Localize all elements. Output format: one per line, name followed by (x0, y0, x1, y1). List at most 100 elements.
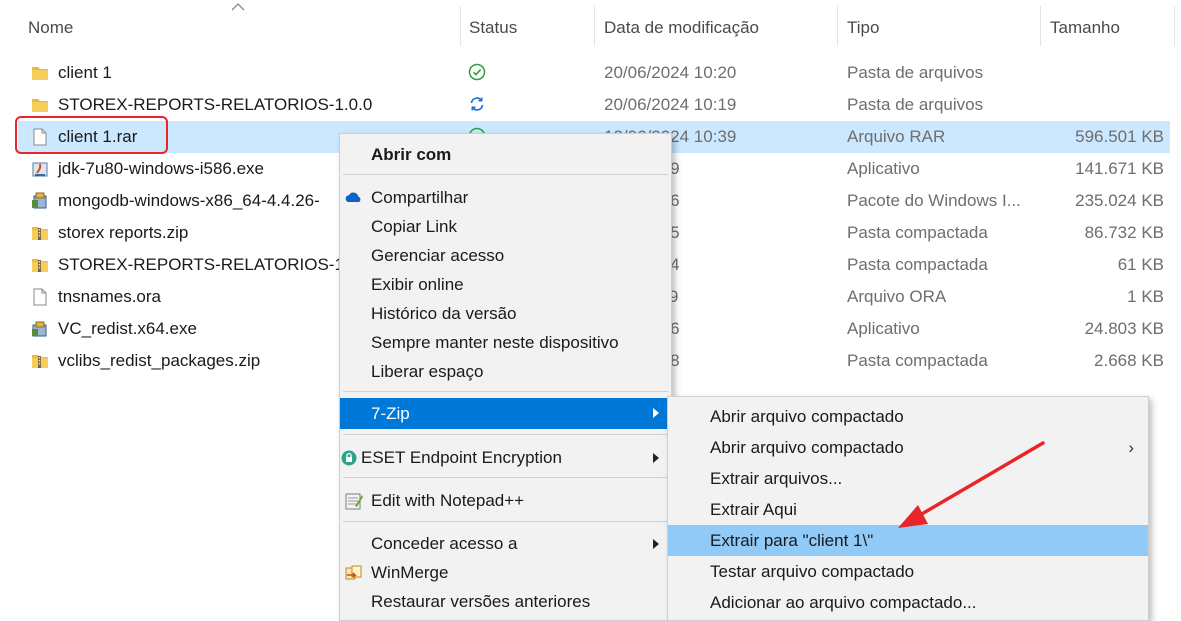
7zip-submenu: Abrir arquivo compactado Abrir arquivo c… (667, 396, 1149, 621)
menu-item-restore-versions[interactable]: Restaurar versões anteriores (340, 587, 671, 616)
menu-item-notepadpp[interactable]: Edit with Notepad++ (340, 486, 671, 515)
chevron-right-icon: › (1128, 438, 1134, 457)
column-divider[interactable] (1040, 6, 1041, 46)
menu-item-grant-access[interactable]: Conceder acesso a (340, 529, 671, 558)
sync-in-progress-icon (470, 97, 484, 111)
sort-ascending-icon (231, 3, 245, 11)
menu-item-open-with[interactable]: Abrir com (340, 140, 671, 169)
java-installer-icon (32, 162, 48, 177)
winmerge-icon (345, 565, 362, 580)
menu-item-eset[interactable]: ESET Endpoint Encryption (340, 443, 671, 472)
file-row[interactable]: STOREX-REPORTS-RELATORIOS-1.0.0 20/06/202… (18, 89, 1170, 121)
menu-item-winmerge[interactable]: WinMerge (340, 558, 671, 587)
folder-icon (32, 99, 48, 112)
menu-item-label: Sempre manter neste dispositivo (371, 333, 619, 352)
menu-item-label: ESET Endpoint Encryption (361, 448, 562, 467)
file-row[interactable]: client 1 20/06/2024 10:20 Pasta de arquivo… (18, 57, 1170, 89)
file-type: Pasta compactada (847, 255, 988, 274)
file-size: 2.668 KB (1094, 351, 1164, 370)
menu-item-label: Abrir com (371, 145, 452, 164)
menu-item-label: Edit with Notepad++ (371, 491, 525, 510)
column-header: Nome Status Data de modificação Tipo Tam… (0, 0, 1181, 46)
submenu-item-label: Extrair para "client 1\" (710, 531, 874, 550)
menu-item-share[interactable]: Compartilhar (340, 183, 671, 212)
file-type: Aplicativo (847, 159, 920, 178)
file-size: 1 KB (1127, 287, 1164, 306)
sync-ok-icon (468, 63, 486, 81)
file-type: Arquivo RAR (847, 127, 946, 146)
file-type: Pacote do Windows I... (847, 191, 1021, 210)
menu-item-label: WinMerge (371, 563, 449, 582)
submenu-item-label: Testar arquivo compactado (710, 562, 915, 581)
submenu-item-add-to-archive[interactable]: Adicionar ao arquivo compactado... (668, 587, 1148, 618)
menu-item-7zip[interactable]: 7-Zip (340, 398, 671, 429)
file-name: vclibs_redist_packages.zip (58, 351, 261, 370)
column-divider[interactable] (594, 6, 595, 46)
file-size: 141.671 KB (1075, 159, 1164, 178)
menu-item-always-keep[interactable]: Sempre manter neste dispositivo (340, 328, 671, 357)
submenu-item-extract-here[interactable]: Extrair Aqui (668, 494, 1148, 525)
submenu-item-open-archive[interactable]: Abrir arquivo compactado (668, 401, 1148, 432)
header-name[interactable]: Nome (28, 0, 73, 46)
menu-item-label: Liberar espaço (371, 362, 484, 381)
file-type: Pasta compactada (847, 223, 988, 242)
menu-item-label: Histórico da versão (371, 304, 517, 323)
menu-item-label: Copiar Link (371, 217, 457, 236)
file-type: Pasta de arquivos (847, 63, 984, 82)
file-icon (33, 288, 47, 306)
file-size: 61 KB (1117, 255, 1164, 274)
menu-item-free-space[interactable]: Liberar espaço (340, 357, 671, 386)
menu-item-label: Conceder acesso a (371, 534, 518, 553)
header-type[interactable]: Tipo (847, 0, 879, 46)
submenu-item-extract-to-folder[interactable]: Extrair para "client 1\" (668, 525, 1148, 556)
menu-divider (343, 391, 668, 392)
file-size: 596.501 KB (1075, 127, 1164, 146)
file-size: 24.803 KB (1084, 319, 1164, 338)
menu-item-label: Exibir online (371, 275, 464, 294)
file-name: VC_redist.x64.exe (58, 319, 197, 338)
submenu-arrow-icon (653, 453, 659, 463)
menu-item-label: Restaurar versões anteriores (371, 592, 591, 611)
menu-item-label: 7-Zip (371, 404, 410, 423)
menu-item-version-history[interactable]: Histórico da versão (340, 299, 671, 328)
submenu-item-test-archive[interactable]: Testar arquivo compactado (668, 556, 1148, 587)
header-date[interactable]: Data de modificação (604, 0, 759, 46)
submenu-item-extract-files[interactable]: Extrair arquivos... (668, 463, 1148, 494)
file-name: tnsnames.ora (58, 287, 161, 306)
menu-item-view-online[interactable]: Exibir online (340, 270, 671, 299)
submenu-arrow-icon (653, 408, 659, 418)
column-divider[interactable] (1174, 6, 1175, 46)
context-menu: Abrir com Compartilhar Copiar Link Geren… (339, 133, 672, 621)
submenu-item-label: Abrir arquivo compactado (710, 438, 904, 457)
zip-folder-icon (32, 355, 48, 368)
submenu-item-label: Abrir arquivo compactado (710, 407, 904, 426)
menu-item-manage-access[interactable]: Gerenciar acesso (340, 241, 671, 270)
file-name: STOREX-REPORTS-RELATORIOS-1.0. (58, 255, 363, 274)
header-status[interactable]: Status (469, 0, 517, 46)
column-divider[interactable] (837, 6, 838, 46)
file-date: 20/06/2024 10:20 (604, 63, 737, 82)
msi-package-icon (32, 192, 47, 209)
zip-folder-icon (32, 259, 48, 272)
eset-icon (341, 450, 357, 466)
submenu-item-label: Extrair arquivos... (710, 469, 843, 488)
menu-divider (343, 174, 668, 175)
menu-item-copy-link[interactable]: Copiar Link (340, 212, 671, 241)
submenu-item-label: Extrair Aqui (710, 500, 797, 519)
header-size[interactable]: Tamanho (1050, 0, 1120, 46)
file-name: storex reports.zip (58, 223, 189, 242)
submenu-arrow-icon (653, 539, 659, 549)
file-date: 20/06/2024 10:19 (604, 95, 737, 114)
file-type: Pasta compactada (847, 351, 988, 370)
onedrive-cloud-icon (345, 192, 361, 202)
file-type: Pasta de arquivos (847, 95, 984, 114)
submenu-item-label: Adicionar ao arquivo compactado... (710, 593, 977, 612)
menu-item-label: Gerenciar acesso (371, 246, 505, 265)
notepadpp-icon (345, 493, 363, 510)
file-name: mongodb-windows-x86_64-4.4.26- (58, 191, 320, 210)
folder-icon (32, 67, 48, 80)
submenu-item-open-archive-more[interactable]: Abrir arquivo compactado › (668, 432, 1148, 463)
installer-icon (32, 321, 47, 337)
menu-divider (343, 434, 668, 435)
column-divider[interactable] (460, 6, 461, 46)
